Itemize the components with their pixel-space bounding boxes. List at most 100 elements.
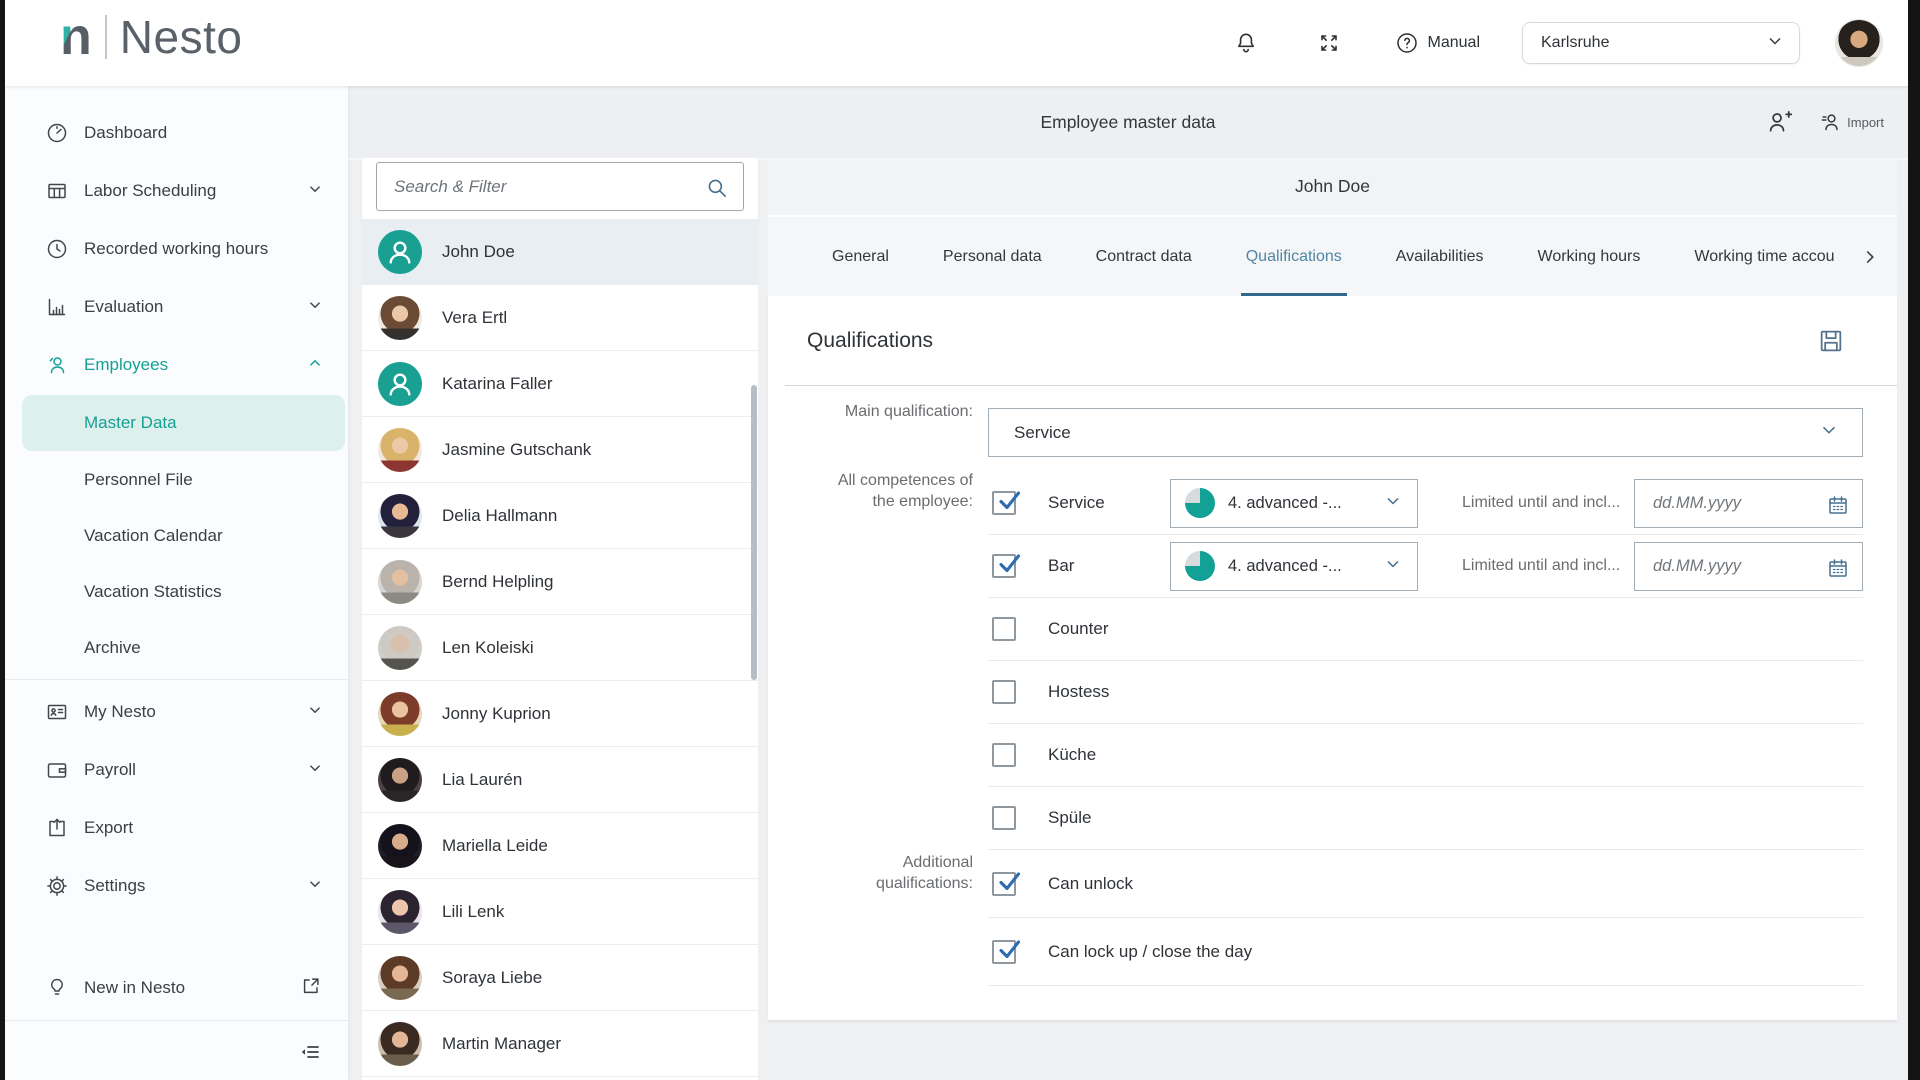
- employee-row[interactable]: Mariella Leide: [362, 813, 758, 879]
- avatar: [378, 560, 422, 604]
- tab-working-time-accounts[interactable]: Working time accou: [1694, 217, 1834, 296]
- employee-row[interactable]: Lili Lenk: [362, 879, 758, 945]
- collapse-menu-icon: [298, 1040, 322, 1064]
- employee-name: John Doe: [442, 242, 515, 262]
- chevron-down-icon: [1818, 419, 1840, 446]
- employee-row[interactable]: Soraya Liebe: [362, 945, 758, 1011]
- chevron-down-icon: [306, 296, 324, 319]
- competence-level-select[interactable]: 4. advanced -...: [1170, 479, 1418, 528]
- sidebar-item-payroll[interactable]: Payroll: [5, 741, 348, 799]
- sidebar-item-evaluation[interactable]: Evaluation: [5, 278, 348, 336]
- user-avatar[interactable]: [1836, 20, 1882, 66]
- date-input[interactable]: [1635, 494, 1823, 513]
- employee-name: Martin Manager: [442, 1034, 561, 1054]
- employee-row[interactable]: Delia Hallmann: [362, 483, 758, 549]
- pie-chart-icon: [1185, 488, 1215, 518]
- avatar: [378, 890, 422, 934]
- competence-checkbox[interactable]: [992, 743, 1016, 767]
- employee-row[interactable]: Lia Laurén: [362, 747, 758, 813]
- employee-row[interactable]: Vera Ertl: [362, 285, 758, 351]
- sidebar-item-vacation-statistics[interactable]: Vacation Statistics: [5, 564, 348, 620]
- sidebar-item-personnel-file[interactable]: Personnel File: [5, 452, 348, 508]
- sidebar-item-labor-scheduling[interactable]: Labor Scheduling: [5, 162, 348, 220]
- calendar-icon[interactable]: [1826, 556, 1850, 585]
- tab-availabilities[interactable]: Availabilities: [1396, 217, 1484, 296]
- top-actions: Manual Karlsruhe: [1233, 0, 1882, 86]
- competence-row-spuele: Spüle: [988, 787, 1863, 850]
- competence-name: Hostess: [1048, 682, 1170, 702]
- sidebar-item-label: Settings: [84, 876, 145, 896]
- schedule-grid-icon: [45, 179, 69, 203]
- sidebar-item-new-in-nesto[interactable]: New in Nesto: [5, 960, 348, 1016]
- competence-row-service: Service 4. advanced -... Limited until a…: [988, 472, 1863, 535]
- employee-name: Lia Laurén: [442, 770, 522, 790]
- competence-level-select[interactable]: 4. advanced -...: [1170, 542, 1418, 591]
- avatar: [378, 362, 422, 406]
- employee-name: Soraya Liebe: [442, 968, 542, 988]
- sidebar-item-employees[interactable]: Employees: [5, 336, 348, 394]
- sidebar-nav: Dashboard Labor Scheduling Recorded work…: [5, 86, 348, 915]
- notifications-button[interactable]: [1233, 30, 1259, 56]
- import-employees-button[interactable]: Import: [1820, 110, 1884, 134]
- chevron-down-icon: [306, 875, 324, 898]
- competence-checkbox[interactable]: [992, 617, 1016, 641]
- tab-personal-data[interactable]: Personal data: [943, 217, 1042, 296]
- employee-row[interactable]: Jasmine Gutschank: [362, 417, 758, 483]
- person-import-icon: [1820, 110, 1844, 134]
- sidebar-item-master-data[interactable]: Master Data: [22, 395, 345, 451]
- competence-checkbox[interactable]: [992, 680, 1016, 704]
- search-input[interactable]: [376, 162, 744, 211]
- additional-checkbox[interactable]: [992, 872, 1016, 896]
- tab-qualifications[interactable]: Qualifications: [1246, 217, 1342, 296]
- calendar-icon[interactable]: [1826, 493, 1850, 522]
- add-employee-button[interactable]: [1766, 108, 1794, 136]
- tab-general[interactable]: General: [832, 217, 889, 296]
- sidebar: Dashboard Labor Scheduling Recorded work…: [5, 86, 348, 1080]
- employee-name: Mariella Leide: [442, 836, 548, 856]
- location-select[interactable]: Karlsruhe: [1522, 22, 1800, 64]
- employee-row[interactable]: Len Koleiski: [362, 615, 758, 681]
- avatar: [378, 692, 422, 736]
- additional-name: Can unlock: [1048, 874, 1133, 894]
- sidebar-item-archive[interactable]: Archive: [5, 620, 348, 676]
- sidebar-item-vacation-calendar[interactable]: Vacation Calendar: [5, 508, 348, 564]
- employee-row[interactable]: John Doe: [362, 219, 758, 285]
- employee-row[interactable]: Bernd Helpling: [362, 549, 758, 615]
- sidebar-item-dashboard[interactable]: Dashboard: [5, 104, 348, 162]
- additional-checkbox[interactable]: [992, 940, 1016, 964]
- sidebar-item-export[interactable]: Export: [5, 799, 348, 857]
- sidebar-item-my-nesto[interactable]: My Nesto: [5, 683, 348, 741]
- employee-list-panel: John Doe Vera Ertl Katarina Faller Jasmi…: [362, 158, 758, 1080]
- additional-name: Can lock up / close the day: [1048, 942, 1252, 962]
- competence-row-counter: Counter: [988, 598, 1863, 661]
- main-qualification-select[interactable]: Service: [988, 408, 1863, 457]
- competence-checkbox[interactable]: [992, 806, 1016, 830]
- employee-row[interactable]: Martin Manager: [362, 1011, 758, 1077]
- nesto-logo[interactable]: n Nesto: [60, 10, 242, 64]
- section-heading: Qualifications: [807, 329, 933, 353]
- person-icon: [45, 353, 69, 377]
- tab-working-hours[interactable]: Working hours: [1538, 217, 1641, 296]
- avatar: [378, 824, 422, 868]
- clock-icon: [45, 237, 69, 261]
- collapse-sidebar-button[interactable]: [298, 1030, 322, 1074]
- employee-row[interactable]: Jonny Kuprion: [362, 681, 758, 747]
- employee-detail-header: John Doe: [768, 158, 1897, 217]
- employee-row[interactable]: Katarina Faller: [362, 351, 758, 417]
- save-button[interactable]: [1817, 327, 1845, 355]
- tabs-overflow-button[interactable]: [1859, 217, 1881, 296]
- date-input[interactable]: [1635, 557, 1823, 576]
- sidebar-item-label: Vacation Statistics: [84, 582, 222, 602]
- employee-name: Jasmine Gutschank: [442, 440, 591, 460]
- sidebar-item-label: My Nesto: [84, 702, 156, 722]
- sidebar-item-label: Vacation Calendar: [84, 526, 223, 546]
- competence-checkbox[interactable]: [992, 491, 1016, 515]
- sidebar-item-settings[interactable]: Settings: [5, 857, 348, 915]
- list-scrollbar[interactable]: [751, 385, 757, 680]
- manual-button[interactable]: Manual: [1395, 31, 1480, 55]
- tab-contract-data[interactable]: Contract data: [1096, 217, 1192, 296]
- sidebar-item-recorded-working-hours[interactable]: Recorded working hours: [5, 220, 348, 278]
- sidebar-footer-divider: [5, 1020, 348, 1021]
- competence-checkbox[interactable]: [992, 554, 1016, 578]
- fullscreen-button[interactable]: [1317, 31, 1341, 55]
